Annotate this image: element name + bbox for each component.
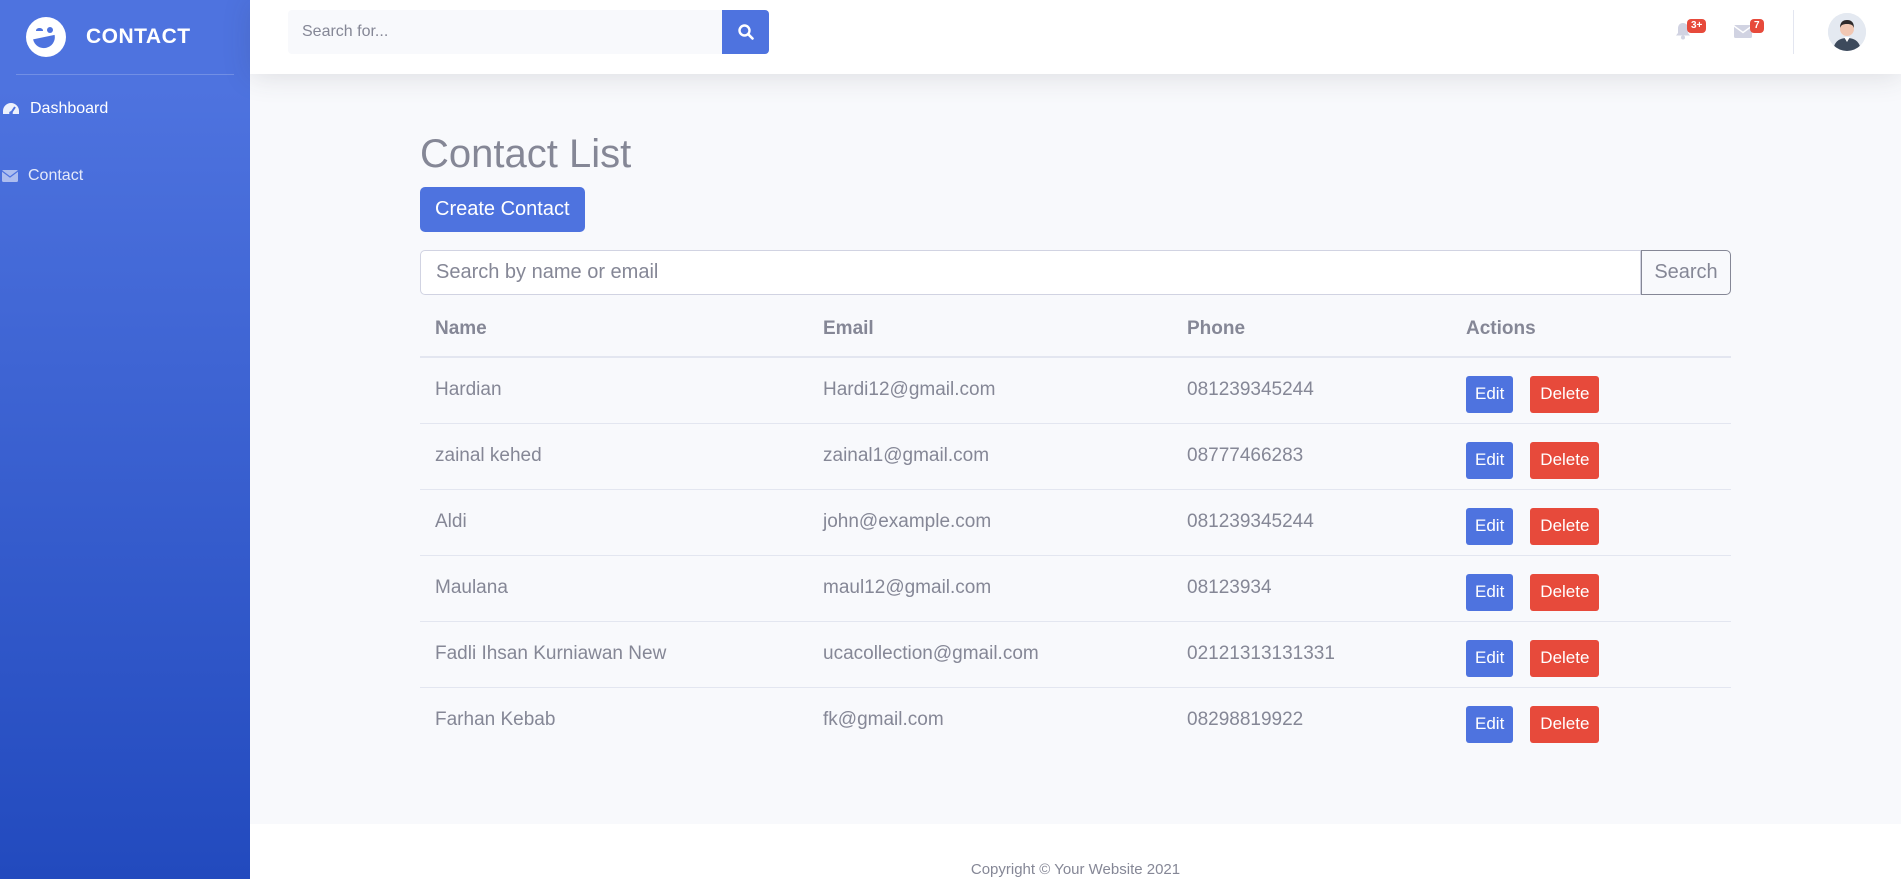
laugh-wink-icon (26, 17, 66, 57)
messages-badge: 7 (1750, 19, 1764, 33)
alerts-dropdown[interactable]: 3+ (1675, 19, 1707, 45)
tachometer-icon (3, 102, 19, 115)
table-row: Fadli Ihsan Kurniawan New ucacollection@… (420, 621, 1731, 688)
envelope-icon (2, 169, 18, 182)
contact-table: Name Email Phone Actions Hardian Hardi12… (420, 301, 1731, 753)
delete-button[interactable]: Delete (1530, 573, 1600, 611)
contact-email: zainal1@gmail.com (808, 423, 1172, 490)
table-row: Hardian Hardi12@gmail.com 081239345244 E… (420, 357, 1731, 424)
contact-name: Fadli Ihsan Kurniawan New (420, 621, 808, 688)
contact-email: maul12@gmail.com (808, 555, 1172, 622)
page-title: Contact List (420, 132, 632, 176)
edit-button[interactable]: Edit (1466, 573, 1514, 611)
edit-button[interactable]: Edit (1466, 639, 1514, 677)
row-actions: Edit Delete (1451, 687, 1731, 753)
footer: Copyright © Your Website 2021 (250, 824, 1901, 879)
contact-phone: 02121313131331 (1172, 621, 1451, 688)
brand-title: CONTACT (86, 25, 191, 48)
sidebar-item-label: Contact (28, 166, 84, 184)
table-row: Farhan Kebab fk@gmail.com 08298819922 Ed… (420, 687, 1731, 753)
row-actions: Edit Delete (1451, 423, 1731, 490)
column-header-email: Email (808, 301, 1172, 358)
row-actions: Edit Delete (1451, 621, 1731, 688)
contact-phone: 081239345244 (1172, 489, 1451, 556)
edit-button[interactable]: Edit (1466, 375, 1514, 413)
topbar-divider (1793, 10, 1794, 54)
contact-name: zainal kehed (420, 423, 808, 490)
row-actions: Edit Delete (1451, 357, 1731, 424)
contact-phone: 08123934 (1172, 555, 1451, 622)
table-row: zainal kehed zainal1@gmail.com 087774662… (420, 423, 1731, 490)
topbar-search (288, 10, 769, 54)
table-row: Aldi john@example.com 081239345244 Edit D… (420, 489, 1731, 556)
create-contact-button[interactable]: Create Contact (420, 187, 585, 232)
column-header-actions: Actions (1451, 301, 1731, 358)
contact-search-input[interactable] (420, 250, 1641, 295)
contact-search-form: Search (420, 250, 1731, 295)
user-avatar-icon (1828, 13, 1866, 51)
contact-name: Farhan Kebab (435, 709, 556, 731)
contact-phone: 08777466283 (1172, 423, 1451, 490)
delete-button[interactable]: Delete (1530, 507, 1600, 545)
delete-button[interactable]: Delete (1530, 441, 1600, 479)
contact-name: Aldi (420, 489, 808, 556)
contact-email: fk@gmail.com (823, 709, 944, 731)
topbar: 3+ 7 (250, 0, 1901, 74)
table-header-row: Name Email Phone Actions (420, 301, 1731, 358)
avatar[interactable] (1828, 13, 1866, 51)
alerts-badge: 3+ (1687, 19, 1707, 33)
column-header-phone: Phone (1172, 301, 1451, 358)
delete-button[interactable]: Delete (1530, 639, 1600, 677)
sidebar-item-label: Dashboard (30, 99, 109, 117)
copyright-text: Copyright © Your Website 2021 (970, 861, 1181, 878)
main-content: Contact List Create Contact Search Name … (420, 130, 1731, 753)
contact-name: Hardian (420, 357, 808, 424)
row-actions: Edit Delete (1451, 489, 1731, 556)
column-header-name: Name (420, 301, 808, 358)
delete-button[interactable]: Delete (1530, 375, 1600, 413)
edit-button[interactable]: Edit (1466, 441, 1514, 479)
edit-button[interactable]: Edit (1466, 507, 1514, 545)
contact-email: john@example.com (808, 489, 1172, 556)
contact-name: Maulana (420, 555, 808, 622)
sidebar: CONTACT Dashboard Contact (0, 0, 250, 879)
messages-dropdown[interactable]: 7 (1733, 19, 1764, 44)
contact-email: ucacollection@gmail.com (808, 621, 1172, 688)
edit-button[interactable]: Edit (1466, 705, 1514, 743)
sidebar-brand[interactable]: CONTACT (0, 0, 250, 74)
table-row: Maulana maul12@gmail.com 08123934 Edit De… (420, 555, 1731, 622)
row-actions: Edit Delete (1451, 555, 1731, 622)
sidebar-item-dashboard[interactable]: Dashboard (0, 75, 250, 142)
contact-search-button[interactable]: Search (1641, 250, 1731, 295)
contact-phone: 081239345244 (1172, 357, 1451, 424)
contact-phone: 08298819922 (1187, 709, 1304, 731)
delete-button[interactable]: Delete (1530, 705, 1600, 743)
sidebar-item-contact[interactable]: Contact (0, 142, 250, 209)
search-icon (737, 24, 754, 40)
topbar-search-input[interactable] (288, 10, 722, 54)
contact-email: Hardi12@gmail.com (808, 357, 1172, 424)
topbar-search-button[interactable] (722, 10, 769, 54)
